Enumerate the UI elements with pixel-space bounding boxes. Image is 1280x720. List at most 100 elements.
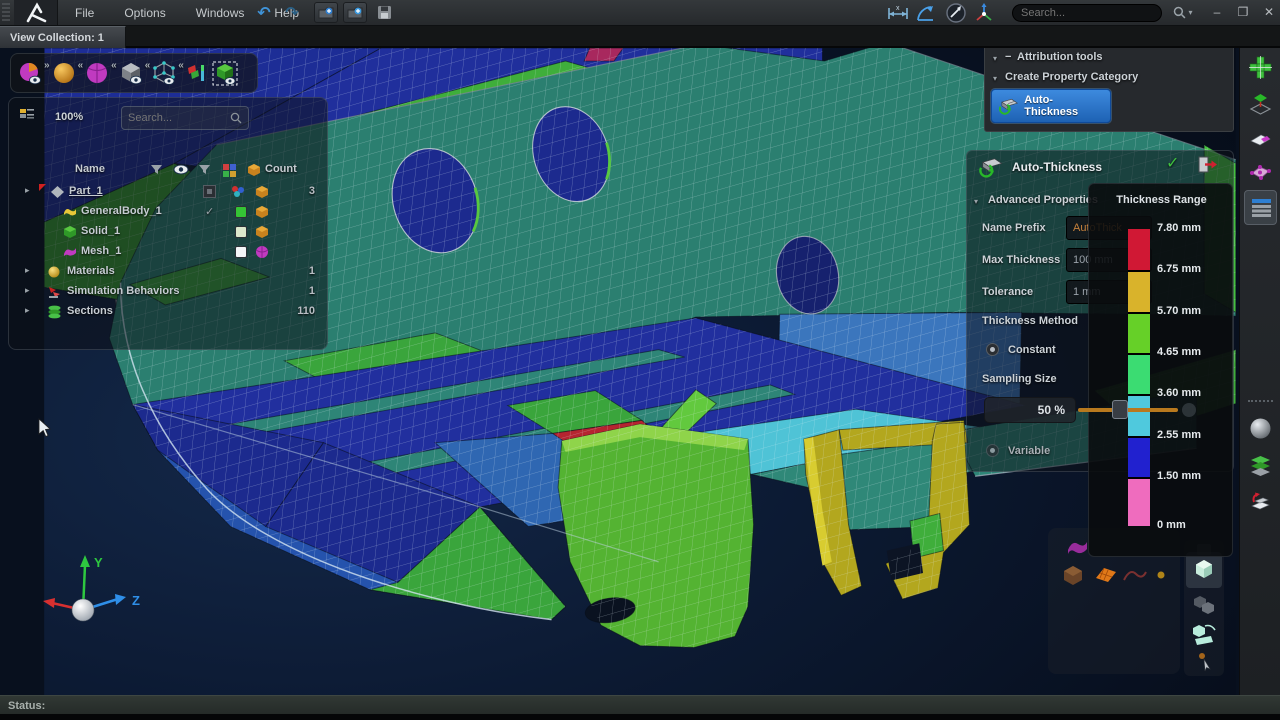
isolate-box-icon[interactable] <box>203 185 216 198</box>
restore-button[interactable]: ❐ <box>1232 0 1254 24</box>
confirm-icon[interactable]: ✓ <box>1166 153 1179 173</box>
chevron-collapse-icon[interactable]: « <box>78 60 84 71</box>
orientation-triad[interactable]: Y Z <box>20 545 160 635</box>
tree-column-count[interactable]: Count <box>265 163 297 175</box>
tab-view-collection[interactable]: View Collection: 1 <box>0 26 126 48</box>
color-swatch[interactable] <box>235 246 247 258</box>
show-solids-icon[interactable] <box>51 60 77 86</box>
variable-label[interactable]: Variable <box>1008 445 1050 457</box>
measure-distance-icon[interactable]: x <box>886 2 910 23</box>
solid-cube-icon[interactable] <box>255 225 269 239</box>
tree-zoom-level[interactable]: 100% <box>55 111 83 123</box>
menu-file[interactable]: File <box>60 0 109 26</box>
solid-cube-icon[interactable] <box>255 185 269 199</box>
expander-icon[interactable]: ▸ <box>25 185 30 196</box>
unfold-sheets-icon[interactable] <box>1249 492 1272 515</box>
table-view-icon[interactable] <box>1250 196 1273 219</box>
import-file-icon[interactable] <box>314 2 338 23</box>
advanced-properties-label[interactable]: Advanced Properties <box>988 194 1098 206</box>
curve-entity-icon[interactable] <box>1122 566 1148 584</box>
expander-icon[interactable]: ▸ <box>25 285 30 296</box>
variable-radio[interactable] <box>986 444 999 457</box>
auto-thickness-button[interactable]: Auto-Thickness <box>991 89 1111 123</box>
tree-row-simulation-behaviors[interactable]: ▸ Simulation Behaviors 1 <box>9 282 329 302</box>
tree-row-sections[interactable]: ▸ Sections 110 <box>9 302 329 322</box>
show-geometry-icon[interactable] <box>118 60 144 86</box>
collapse-icon[interactable]: − <box>1005 51 1011 63</box>
axes-triad-icon[interactable] <box>972 2 996 23</box>
surface-entity-icon[interactable] <box>1092 560 1120 588</box>
chevron-collapse-icon[interactable]: « <box>111 60 117 71</box>
global-search-input[interactable] <box>1021 7 1163 19</box>
tree-row-materials[interactable]: ▸ Materials 1 <box>9 262 329 282</box>
check-icon[interactable]: ✓ <box>205 205 214 218</box>
solid-select-icon[interactable] <box>1193 557 1215 583</box>
show-vertices-icon[interactable] <box>151 60 177 86</box>
layered-sections-icon[interactable] <box>1249 455 1272 478</box>
show-mesh-bodies-icon[interactable] <box>84 60 110 86</box>
sampling-slider-track[interactable] <box>1078 408 1178 412</box>
slider-gear-icon[interactable] <box>1182 403 1196 417</box>
exit-dialog-icon[interactable] <box>1198 156 1218 173</box>
thickness-display-icon[interactable] <box>211 60 239 87</box>
chevron-collapse-icon[interactable]: « <box>145 60 151 71</box>
surface-mesh-icon[interactable] <box>1249 127 1272 150</box>
menu-windows[interactable]: Windows <box>181 0 260 26</box>
mesh-sphere-icon[interactable] <box>255 245 269 259</box>
measure-angle-icon[interactable] <box>914 2 938 23</box>
color-legend-icon[interactable] <box>223 164 236 177</box>
toolbar-grip[interactable] <box>2 3 10 23</box>
point-entity-icon[interactable] <box>1154 568 1168 582</box>
tree-search[interactable] <box>121 106 249 130</box>
mesh-quality-icon[interactable] <box>185 60 211 86</box>
feature-select-icon[interactable] <box>1191 622 1217 646</box>
visibility-eye-icon[interactable] <box>173 164 189 175</box>
minimize-button[interactable]: – <box>1206 0 1228 24</box>
add-node-icon[interactable] <box>1249 56 1272 79</box>
solid-cube-icon[interactable] <box>247 163 261 177</box>
material-sphere-icon[interactable] <box>1249 417 1272 440</box>
tree-row-mesh[interactable]: Mesh_1 <box>9 242 329 262</box>
constant-radio[interactable] <box>986 343 999 356</box>
collapse-caret-icon[interactable]: ▾ <box>993 74 997 83</box>
section-caret-icon[interactable]: ▾ <box>974 197 978 206</box>
chevron-collapse-icon[interactable]: « <box>178 60 184 71</box>
undo-icon[interactable]: ↶ <box>252 2 276 23</box>
mesh-nodes-icon[interactable] <box>1249 161 1272 184</box>
sampling-size-input[interactable]: 50 % <box>984 397 1076 423</box>
chevron-expand-icon[interactable]: » <box>44 60 50 71</box>
collapse-caret-icon[interactable]: ▾ <box>993 54 997 63</box>
multi-color-icon[interactable] <box>231 185 245 198</box>
rotate-view-icon[interactable] <box>944 2 968 23</box>
legend-segment <box>1128 229 1150 270</box>
tree-row-part[interactable]: ▸ Part_1 3 <box>9 182 329 202</box>
redo-icon[interactable]: ↷ <box>280 2 304 23</box>
global-search[interactable] <box>1012 4 1162 22</box>
filter-icon[interactable] <box>199 165 210 175</box>
save-icon[interactable] <box>372 2 396 23</box>
tree-search-input[interactable] <box>128 112 230 124</box>
body-pair-select-icon[interactable] <box>1192 594 1216 616</box>
sampling-slider-handle[interactable] <box>1112 400 1128 419</box>
search-filter-icon[interactable]: ▾ <box>1168 2 1198 23</box>
solid-cube-icon[interactable] <box>255 205 269 219</box>
create-plane-icon[interactable] <box>1249 92 1272 115</box>
mesh-entity-icon[interactable] <box>1064 534 1090 560</box>
expander-icon[interactable]: ▸ <box>25 265 30 276</box>
close-button[interactable]: ✕ <box>1258 0 1280 24</box>
filter-icon[interactable] <box>151 165 162 175</box>
tree-row-generalbody[interactable]: GeneralBody_1 ✓ <box>9 202 329 222</box>
color-swatch[interactable] <box>235 226 247 238</box>
legend-segment <box>1128 477 1150 526</box>
show-bodies-icon[interactable] <box>17 60 43 86</box>
tree-column-name[interactable]: Name <box>75 163 105 175</box>
import-model-icon[interactable] <box>343 2 367 23</box>
solid-entity-icon[interactable] <box>1060 562 1086 588</box>
expander-icon[interactable]: ▸ <box>25 305 30 316</box>
constant-label[interactable]: Constant <box>1008 344 1056 356</box>
color-swatch[interactable] <box>235 206 247 218</box>
tree-display-icon[interactable] <box>19 108 35 122</box>
menu-options[interactable]: Options <box>109 0 180 26</box>
tree-row-solid[interactable]: Solid_1 <box>9 222 329 242</box>
point-pick-icon[interactable] <box>1194 650 1214 672</box>
